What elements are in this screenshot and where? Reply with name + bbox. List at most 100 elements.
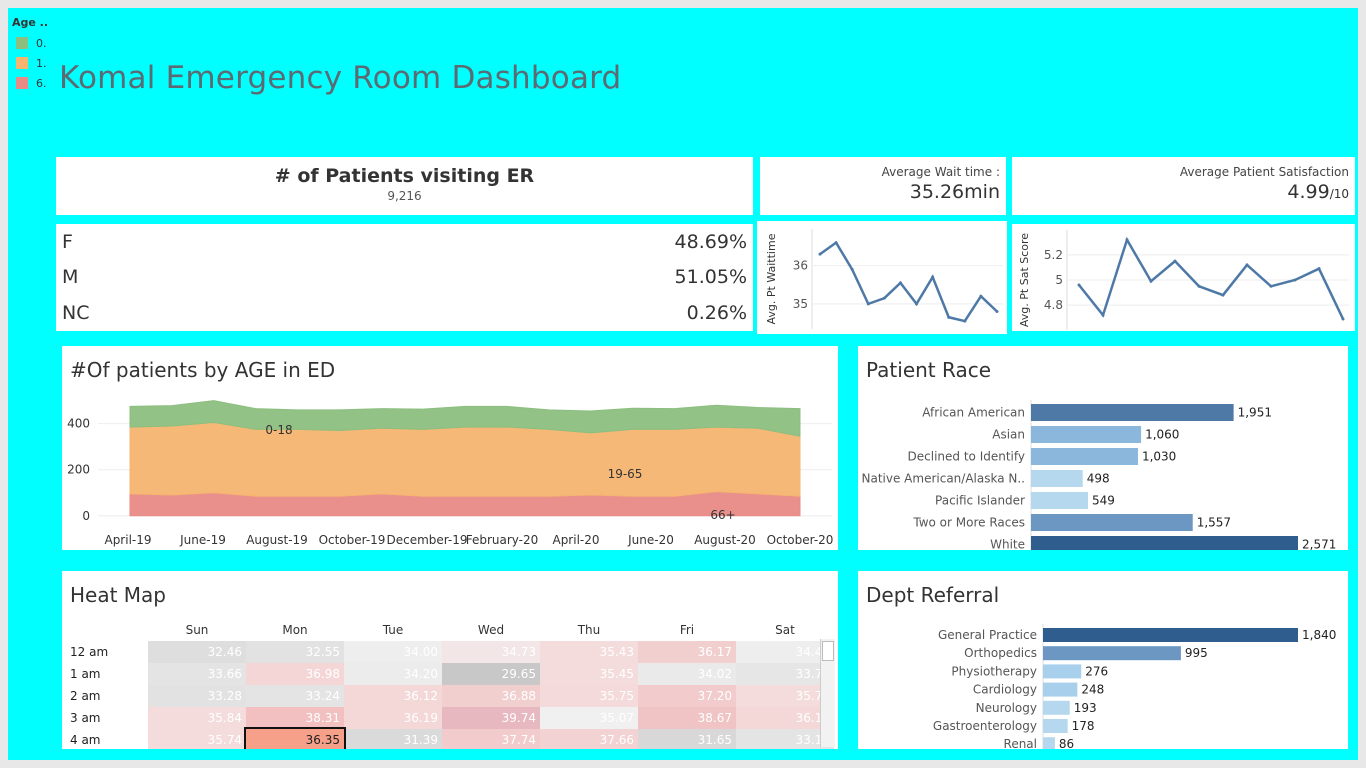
- wait-time-unit: min: [964, 181, 1000, 203]
- wait-time-kpi-card: Average Wait time : 35.26min: [760, 157, 1006, 215]
- age-area-card: #Of patients by AGE in ED 0 200 400 0-18 19-…: [62, 346, 838, 550]
- legend-title: Age ..: [12, 16, 49, 29]
- x-tick-label: December-19: [386, 533, 467, 547]
- hour-label: 4 am: [70, 733, 101, 747]
- category-label: White: [990, 538, 1025, 551]
- heatmap-cell[interactable]: 38.31: [246, 707, 344, 729]
- patients-kpi-title: # of Patients visiting ER: [274, 165, 535, 187]
- bar: [1043, 682, 1078, 697]
- heatmap-scrollbar[interactable]: [820, 639, 835, 747]
- data-point: [818, 252, 822, 256]
- heatmap-title: Heat Map: [70, 583, 167, 607]
- heatmap-row: 2 am 33.28 33.24 36.12 36.88 35.75 37.20 35.78: [66, 685, 834, 707]
- data-point: [915, 302, 919, 306]
- bar: [1043, 664, 1082, 679]
- heatmap-cell[interactable]: 29.65: [442, 663, 540, 685]
- gender-row-nc: NC 0.26%: [62, 298, 747, 328]
- legend-item[interactable]: 1.: [12, 53, 48, 73]
- heatmap-cell[interactable]: 36.19: [344, 707, 442, 729]
- heatmap-header-row: Sun Mon Tue Wed Thu Fri Sat: [66, 619, 834, 641]
- category-label: Two or More Races: [912, 516, 1025, 530]
- gender-label: NC: [62, 302, 90, 324]
- data-point: [947, 315, 951, 319]
- heatmap-cell[interactable]: 33.66: [148, 663, 246, 685]
- heatmap-cell[interactable]: 34.02: [638, 663, 736, 685]
- bar: [1031, 536, 1298, 553]
- heatmap-cell[interactable]: 36.88: [442, 685, 540, 707]
- heatmap-cell[interactable]: 35.07: [540, 707, 638, 729]
- value-label: 193: [1074, 701, 1097, 715]
- heatmap-cell[interactable]: 34.00: [344, 641, 442, 663]
- heatmap-cell[interactable]: 36.17: [638, 641, 736, 663]
- value-label: 1,840: [1302, 628, 1336, 642]
- bar: [1043, 646, 1181, 661]
- patients-kpi-card: # of Patients visiting ER 9,216: [56, 157, 753, 215]
- legend-item[interactable]: 6.: [12, 73, 48, 93]
- series-line: [1078, 236, 1345, 320]
- y-tick-label: 400: [67, 417, 90, 431]
- data-point: [1317, 267, 1321, 271]
- area-series: [129, 421, 801, 497]
- data-point: [963, 319, 967, 323]
- legend-item-label: 6.: [36, 76, 47, 90]
- scroll-thumb[interactable]: [822, 641, 834, 661]
- heatmap-cell[interactable]: 35.74: [148, 729, 246, 749]
- heatmap-cell[interactable]: 35.43: [540, 641, 638, 663]
- heatmap-card: Heat Map Sun Mon Tue Wed Thu Fri Sat 12 am 32.46…: [62, 571, 838, 749]
- heatmap-cell[interactable]: 37.20: [638, 685, 736, 707]
- heatmap-cell[interactable]: 38.67: [638, 707, 736, 729]
- heatmap-cell[interactable]: 39.74: [442, 707, 540, 729]
- gender-breakdown-card: F 48.69% M 51.05% NC 0.26%: [56, 224, 753, 331]
- day-header: Tue: [382, 623, 404, 637]
- value-label: 276: [1085, 664, 1108, 678]
- wait-time-number: 35.26: [909, 181, 965, 203]
- legend-item[interactable]: 0.: [12, 33, 48, 53]
- race-card: Patient Race African American 1,951 Asian 1…: [858, 346, 1348, 558]
- dashboard-canvas: Age .. 0. 1. 6. Komal Emergency Room Das…: [8, 8, 1358, 760]
- heatmap-cell[interactable]: 36.12: [344, 685, 442, 707]
- heatmap-cell[interactable]: 35.84: [148, 707, 246, 729]
- heatmap-cell[interactable]: 33.24: [246, 685, 344, 707]
- legend-item-label: 0.: [36, 36, 47, 50]
- heatmap-cell[interactable]: 35.75: [540, 685, 638, 707]
- y-tick-label: 0: [82, 509, 90, 523]
- heatmap-cell[interactable]: 37.66: [540, 729, 638, 749]
- x-tick-label: August-19: [246, 533, 308, 547]
- data-point: [1101, 313, 1105, 317]
- heatmap-cell[interactable]: 36.35: [244, 727, 346, 749]
- gender-percent: 48.69%: [674, 231, 747, 253]
- y-axis-label: Avg. Pt Waittime: [765, 233, 778, 324]
- category-label: Physiotherapy: [951, 664, 1037, 678]
- age-chart-title: #Of patients by AGE in ED: [70, 358, 336, 382]
- value-label: 248: [1081, 683, 1104, 697]
- category-label: Renal: [1004, 737, 1037, 749]
- wait-time-trend-card: Avg. Pt Waittime 35 36: [757, 221, 1007, 334]
- gender-percent: 51.05%: [674, 266, 747, 288]
- hour-label: 3 am: [70, 711, 101, 725]
- y-tick-label: 5: [1055, 273, 1063, 287]
- value-label: 498: [1087, 472, 1110, 486]
- heatmap-cell[interactable]: 31.65: [638, 729, 736, 749]
- bar: [1031, 492, 1089, 509]
- bar: [1031, 426, 1142, 443]
- data-point: [931, 275, 935, 279]
- heatmap-cell[interactable]: 36.98: [246, 663, 344, 685]
- heatmap-cell[interactable]: 37.74: [442, 729, 540, 749]
- heatmap-cell[interactable]: 35.45: [540, 663, 638, 685]
- gender-label: M: [62, 266, 79, 288]
- data-point: [1149, 279, 1153, 283]
- heatmap-cell[interactable]: 34.20: [344, 663, 442, 685]
- heatmap-cell[interactable]: 33.28: [148, 685, 246, 707]
- hour-label: 2 am: [70, 689, 101, 703]
- heatmap-cell[interactable]: 32.46: [148, 641, 246, 663]
- category-label: General Practice: [938, 628, 1037, 642]
- heatmap-cell[interactable]: 34.73: [442, 641, 540, 663]
- age-legend[interactable]: Age .. 0. 1. 6.: [12, 16, 48, 93]
- heatmap-cell[interactable]: 31.39: [344, 729, 442, 749]
- satisfaction-line-chart: Avg. Pt Sat Score 4.8 5 5.2: [1018, 230, 1349, 330]
- corner-cell: [66, 619, 148, 641]
- data-point: [1245, 263, 1249, 267]
- day-header: Sat: [775, 623, 795, 637]
- satisfaction-unit: /10: [1329, 187, 1349, 201]
- heatmap-cell[interactable]: 32.55: [246, 641, 344, 663]
